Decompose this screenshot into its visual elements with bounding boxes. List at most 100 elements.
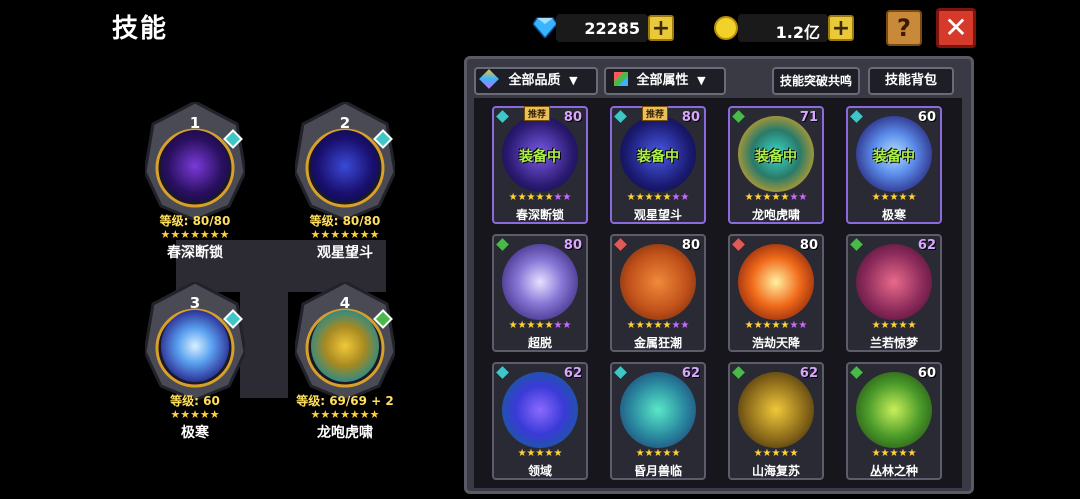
skill-name: 春深断锁 [515, 208, 564, 222]
skill-level: 80 [681, 238, 700, 253]
skill-name: 龙咆虎啸 [751, 208, 800, 222]
recommended-tag: 推荐 [524, 106, 551, 121]
element-gem-icon [732, 238, 745, 251]
help-button[interactable]: ? [886, 10, 922, 46]
close-button[interactable]: ✕ [936, 8, 976, 48]
slot-skill-name: 观星望斗 [317, 245, 373, 261]
skill-card[interactable]: 62 ★★★★★ 昏月兽临 [610, 362, 706, 480]
slot-level: 等级: 69/69 + 2 [296, 394, 394, 408]
skill-name: 山海复苏 [751, 464, 800, 478]
element-gem-icon [614, 238, 627, 251]
add-coins-button[interactable]: + [828, 15, 854, 41]
attribute-filter-dropdown[interactable]: 全部属性 ▼ [604, 67, 726, 95]
skill-level: 62 [563, 366, 582, 381]
coin-icon [714, 16, 738, 40]
element-gem-icon [732, 366, 745, 379]
slot-stars: ★★★★★★★ [310, 228, 380, 241]
skill-level: 60 [917, 110, 936, 125]
skill-art [856, 372, 932, 448]
breakthrough-button[interactable]: 技能突破共鸣 [772, 67, 860, 95]
equipped-label: 装备中 [637, 149, 679, 165]
skill-card[interactable]: 60 装备中 ★★★★★ 极寒 [846, 106, 942, 224]
skill-level: 62 [681, 366, 700, 381]
skill-name: 金属狂潮 [633, 336, 682, 350]
skill-card[interactable]: 80 ★★★★★★★ 浩劫天降 [728, 234, 824, 352]
skill-stars: ★★★★★★★ [626, 192, 690, 203]
skill-name: 昏月兽临 [633, 464, 682, 478]
element-gem-icon [496, 366, 509, 379]
equipped-slot-4[interactable]: 4 等级: 69/69 + 2 ★★★★★★★ 龙咆虎啸 [280, 282, 410, 442]
element-gem-icon [850, 366, 863, 379]
skill-name: 超脱 [527, 336, 552, 350]
slot-number: 4 [339, 294, 351, 312]
skill-card[interactable]: 62 ★★★★★ 兰若惊梦 [846, 234, 942, 352]
skill-card[interactable]: 80 推荐 装备中 ★★★★★★★ 观星望斗 [610, 106, 706, 224]
chevron-down-icon: ▼ [569, 74, 578, 87]
skill-stars: ★★★★★★★ [508, 320, 572, 331]
skill-name: 丛林之种 [869, 464, 918, 478]
skill-art [161, 310, 229, 382]
element-gem-icon [496, 238, 509, 251]
skill-level: 62 [917, 238, 936, 253]
skill-stars: ★★★★★ [635, 448, 681, 459]
skill-name: 兰若惊梦 [869, 336, 918, 350]
coin-counter: 1.2亿 [738, 14, 828, 42]
diamond-counter: 22285 [556, 14, 648, 42]
slot-stars: ★★★★★★★ [160, 228, 230, 241]
slot-number: 1 [189, 114, 201, 132]
skill-bag-button[interactable]: 技能背包 [868, 67, 954, 95]
equipped-slot-2[interactable]: 2 等级: 80/80 ★★★★★★★ 观星望斗 [280, 102, 410, 262]
slot-level: 等级: 80/80 [159, 214, 231, 228]
slot-stars: ★★★★★ [170, 408, 220, 421]
equipped-slot-3[interactable]: 3 等级: 60 ★★★★★ 极寒 [130, 282, 260, 442]
skill-stars: ★★★★★ [871, 192, 917, 203]
skill-name: 浩劫天降 [751, 336, 800, 350]
skill-name: 领域 [527, 464, 552, 478]
slot-skill-name: 春深断锁 [167, 245, 223, 261]
skill-level: 80 [681, 110, 700, 125]
skill-level: 62 [799, 366, 818, 381]
skill-card[interactable]: 71 装备中 ★★★★★★★ 龙咆虎啸 [728, 106, 824, 224]
slot-stars: ★★★★★★★ [310, 408, 380, 421]
skill-stars: ★★★★★★★ [744, 192, 808, 203]
skill-stars: ★★★★★ [871, 320, 917, 331]
skill-level: 60 [917, 366, 936, 381]
element-gem-icon [614, 110, 627, 123]
skill-stars: ★★★★★★★ [626, 320, 690, 331]
skill-stars: ★★★★★ [753, 448, 799, 459]
attribute-filter-label: 全部属性 [636, 73, 689, 88]
attribute-icon [614, 72, 628, 86]
slot-number: 2 [339, 114, 351, 132]
skill-card[interactable]: 80 ★★★★★★★ 超脱 [492, 234, 588, 352]
skill-level: 80 [799, 238, 818, 253]
skill-art [311, 130, 379, 202]
skill-level: 80 [563, 110, 582, 125]
skill-name: 极寒 [881, 208, 906, 222]
skill-card[interactable]: 80 ★★★★★★★ 金属狂潮 [610, 234, 706, 352]
skill-art [502, 372, 578, 448]
quality-filter-dropdown[interactable]: 全部品质 ▼ [474, 67, 598, 95]
skill-grid: 80 推荐 装备中 ★★★★★★★ 春深断锁 80 推荐 装备中 ★★★★★★★ 观星望斗 71 装备… [474, 98, 962, 488]
equipped-label: 装备中 [873, 149, 915, 165]
equipped-label: 装备中 [755, 149, 797, 165]
skill-art [738, 372, 814, 448]
slot-number: 3 [189, 294, 201, 312]
skill-card[interactable]: 60 ★★★★★ 丛林之种 [846, 362, 942, 480]
skill-card[interactable]: 62 ★★★★★ 领域 [492, 362, 588, 480]
skill-card[interactable]: 62 ★★★★★ 山海复苏 [728, 362, 824, 480]
skill-card[interactable]: 80 推荐 装备中 ★★★★★★★ 春深断锁 [492, 106, 588, 224]
skill-level: 71 [799, 110, 818, 125]
skill-art [738, 244, 814, 320]
skill-art [620, 372, 696, 448]
element-gem-icon [732, 110, 745, 123]
skill-stars: ★★★★★ [871, 448, 917, 459]
element-gem-icon [850, 238, 863, 251]
skill-art [620, 244, 696, 320]
quality-icon [479, 69, 499, 89]
add-diamonds-button[interactable]: + [648, 15, 674, 41]
skill-stars: ★★★★★ [517, 448, 563, 459]
equipped-label: 装备中 [519, 149, 561, 165]
equipped-slot-1[interactable]: 1 等级: 80/80 ★★★★★★★ 春深断锁 [130, 102, 260, 262]
skill-art [161, 130, 229, 202]
diamond-value: 22285 [584, 19, 640, 38]
